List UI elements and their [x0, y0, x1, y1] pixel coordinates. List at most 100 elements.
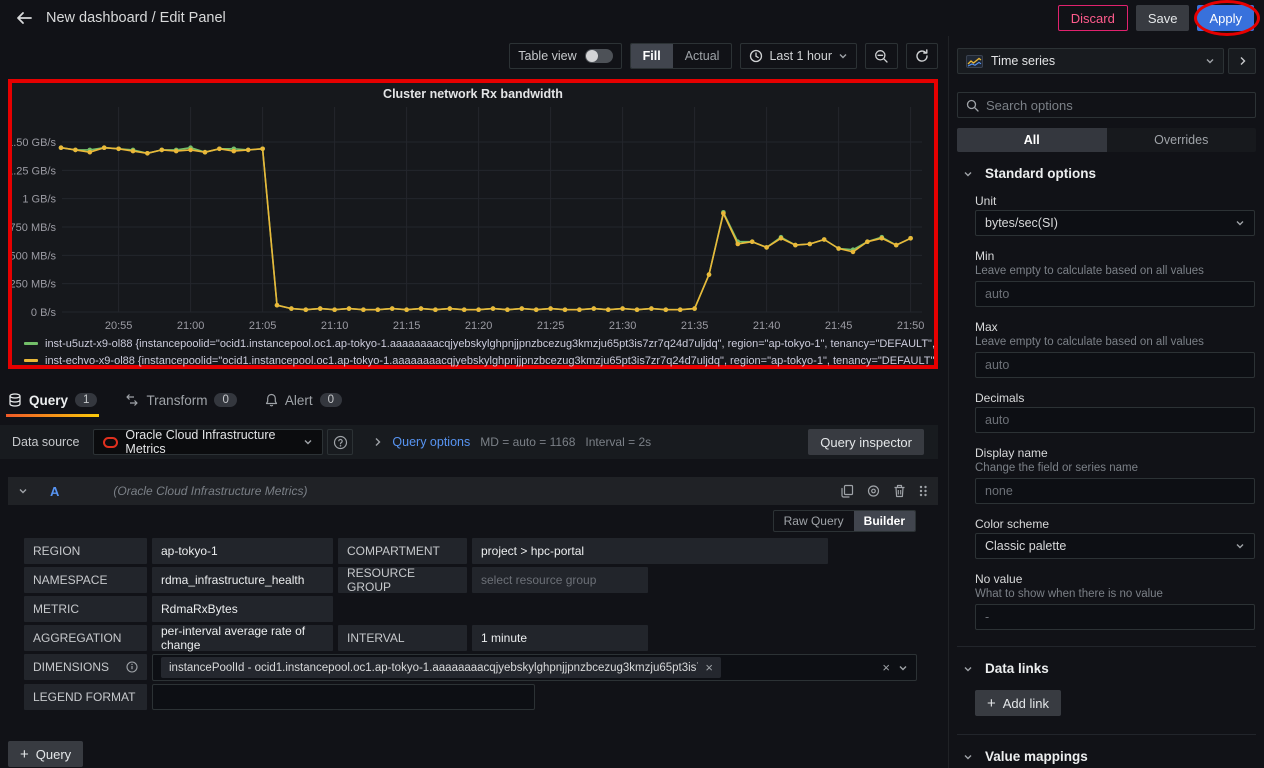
region-value[interactable]: ap-tokyo-1	[152, 538, 333, 564]
legend-format-input[interactable]	[152, 684, 535, 710]
display-name-input[interactable]	[975, 478, 1255, 504]
chevron-down-icon	[1235, 218, 1245, 228]
time-range-picker[interactable]: Last 1 hour	[740, 43, 857, 69]
unit-select[interactable]: bytes/sec(SI)	[975, 210, 1255, 236]
tab-all-options[interactable]: All	[957, 128, 1107, 152]
save-button[interactable]: Save	[1136, 5, 1190, 31]
svg-text:21:20: 21:20	[465, 320, 493, 332]
datasource-label: Data source	[12, 435, 79, 449]
aggregation-label: AGGREGATION	[24, 625, 147, 651]
refresh-button[interactable]	[906, 43, 938, 69]
series-2-color-swatch	[24, 359, 38, 362]
svg-text:21:00: 21:00	[177, 320, 205, 332]
duplicate-query-icon[interactable]	[840, 484, 854, 498]
compartment-label: COMPARTMENT	[338, 538, 467, 564]
legend-item-series-1[interactable]: inst-u5uzt-x9-ol88 {instancepoolid="ocid…	[24, 335, 934, 352]
options-search[interactable]	[957, 92, 1256, 118]
remove-query-trash-icon[interactable]	[893, 484, 906, 498]
data-links-header[interactable]: Data links	[957, 661, 1256, 676]
metric-value[interactable]: RdmaRxBytes	[152, 596, 333, 622]
svg-text:21:15: 21:15	[393, 320, 421, 332]
compartment-value[interactable]: project > hpc-portal	[472, 538, 828, 564]
table-view-control[interactable]: Table view	[509, 43, 621, 69]
options-search-input[interactable]	[986, 98, 1247, 113]
hide-response-eye-icon[interactable]	[866, 485, 881, 497]
visualization-name: Time series	[991, 54, 1055, 68]
fill-option[interactable]: Fill	[631, 44, 673, 68]
add-link-button[interactable]: + Add link	[975, 690, 1061, 716]
clear-dimensions-icon[interactable]: ×	[882, 660, 890, 675]
query-ref-id: A	[50, 484, 59, 499]
interval-label: INTERVAL	[338, 625, 467, 651]
chevron-down-icon	[963, 752, 973, 762]
query-count-badge: 1	[75, 393, 97, 407]
oracle-logo-icon	[103, 437, 118, 448]
zoom-out-button[interactable]	[865, 43, 898, 69]
editor-mode-segment: Raw Query Builder	[773, 510, 916, 532]
chart-legend: inst-u5uzt-x9-ol88 {instancepoolid="ocid…	[12, 335, 934, 369]
panel-toolbar: Table view Fill Actual Last 1 hour	[0, 42, 938, 70]
svg-text:21:10: 21:10	[321, 320, 349, 332]
svg-text:750 MB/s: 750 MB/s	[12, 222, 56, 234]
dimension-tag-text: instancePoolId - ocid1.instancepool.oc1.…	[169, 662, 698, 674]
remove-dimension-icon[interactable]: ×	[705, 660, 713, 675]
edit-panel-header: New dashboard / Edit Panel Discard Save …	[0, 0, 1264, 36]
tab-overrides[interactable]: Overrides	[1107, 128, 1257, 152]
series-1-color-swatch	[24, 342, 38, 345]
min-input[interactable]	[975, 281, 1255, 307]
drag-handle-icon[interactable]	[918, 484, 928, 498]
chevron-down-icon	[963, 169, 973, 179]
interval-value[interactable]: 1 minute	[472, 625, 648, 651]
tab-alert[interactable]: Alert 0	[265, 385, 342, 415]
discard-button[interactable]: Discard	[1058, 5, 1128, 31]
max-input[interactable]	[975, 352, 1255, 378]
fill-actual-segment: Fill Actual	[630, 43, 733, 69]
visualization-picker[interactable]: Time series	[957, 48, 1224, 74]
add-query-button[interactable]: + Query	[8, 741, 83, 767]
svg-text:0 B/s: 0 B/s	[31, 307, 57, 319]
value-mappings-header[interactable]: Value mappings	[957, 749, 1256, 764]
decimals-input[interactable]	[975, 407, 1255, 433]
clock-icon	[749, 49, 763, 63]
back-button[interactable]	[10, 4, 38, 32]
aggregation-value[interactable]: per-interval average rate of change	[152, 625, 333, 651]
max-label: Max	[975, 320, 1256, 334]
svg-text:21:05: 21:05	[249, 320, 277, 332]
apply-button[interactable]: Apply	[1197, 5, 1254, 31]
display-name-label: Display name	[975, 446, 1256, 460]
namespace-value[interactable]: rdma_infrastructure_health	[152, 567, 333, 593]
no-value-input[interactable]	[975, 604, 1255, 630]
color-scheme-select[interactable]: Classic palette	[975, 533, 1255, 559]
svg-text:250 MB/s: 250 MB/s	[12, 279, 56, 291]
legend-label: inst-echvo-x9-ol88 {instancepoolid="ocid…	[45, 355, 934, 367]
query-options-toggle[interactable]: Query options MD = auto = 1168 Interval …	[373, 435, 651, 449]
question-circle-icon	[333, 435, 348, 450]
info-circle-icon[interactable]	[126, 661, 138, 673]
actual-option[interactable]: Actual	[673, 44, 732, 68]
datasource-row: Data source Oracle Cloud Infrastructure …	[0, 425, 938, 459]
builder-option[interactable]: Builder	[854, 511, 915, 531]
collapse-options-button[interactable]	[1228, 48, 1256, 74]
legend-item-series-2[interactable]: inst-echvo-x9-ol88 {instancepoolid="ocid…	[24, 352, 934, 369]
max-data-points-value: MD = auto = 1168	[480, 435, 575, 449]
resource-group-value[interactable]: select resource group	[472, 567, 648, 593]
svg-text:1 GB/s: 1 GB/s	[22, 194, 56, 206]
tab-query[interactable]: Query 1	[8, 385, 97, 415]
tab-transform[interactable]: Transform 0	[125, 385, 236, 415]
datasource-help-button[interactable]	[327, 429, 353, 455]
color-scheme-value: Classic palette	[985, 539, 1066, 553]
standard-options-header[interactable]: Standard options	[957, 166, 1256, 181]
tab-alert-label: Alert	[285, 393, 313, 408]
datasource-picker[interactable]: Oracle Cloud Infrastructure Metrics	[93, 429, 323, 455]
time-series-chart[interactable]: 1.50 GB/s1.25 GB/s1 GB/s750 MB/s500 MB/s…	[12, 103, 934, 335]
dimensions-select[interactable]: instancePoolId - ocid1.instancepool.oc1.…	[152, 654, 917, 681]
breadcrumb: New dashboard / Edit Panel	[46, 10, 226, 26]
decimals-label: Decimals	[975, 391, 1256, 405]
add-query-label: Query	[36, 747, 71, 762]
query-inspector-button[interactable]: Query inspector	[808, 429, 924, 455]
panel-title: Cluster network Rx bandwidth	[12, 87, 934, 103]
query-header[interactable]: A (Oracle Cloud Infrastructure Metrics)	[8, 477, 938, 505]
svg-text:21:30: 21:30	[609, 320, 637, 332]
raw-query-option[interactable]: Raw Query	[774, 511, 854, 531]
table-view-switch[interactable]	[585, 49, 613, 63]
